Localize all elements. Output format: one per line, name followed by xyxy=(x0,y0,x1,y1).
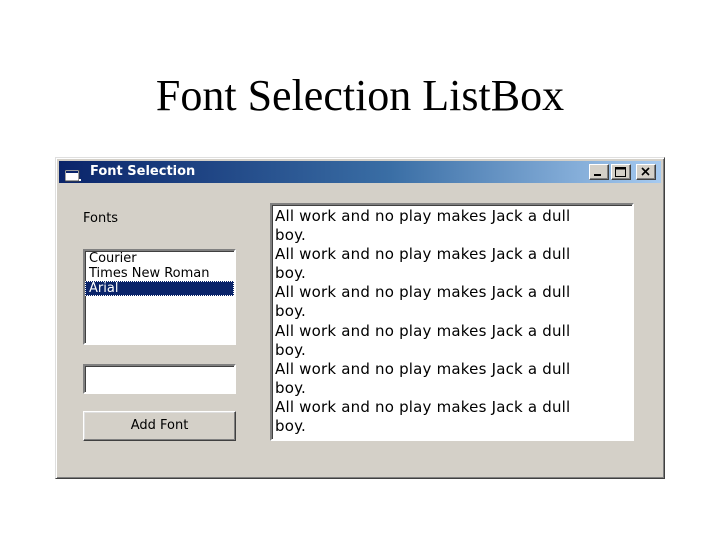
app-icon xyxy=(64,167,81,182)
preview-textarea[interactable]: All work and no play makes Jack a dull b… xyxy=(270,203,634,441)
list-item[interactable]: Times New Roman xyxy=(85,266,234,281)
maximize-icon xyxy=(615,167,626,177)
font-selection-window: Font Selection Fonts Courier Times New R… xyxy=(55,157,665,479)
preview-text: All work and no play makes Jack a dull b… xyxy=(275,207,571,436)
close-icon xyxy=(641,167,650,176)
list-item[interactable]: Courier xyxy=(85,251,234,266)
font-name-input[interactable] xyxy=(83,364,236,394)
list-item-selected[interactable]: Arial xyxy=(85,281,234,296)
slide-title: Font Selection ListBox xyxy=(155,71,565,120)
close-button[interactable] xyxy=(636,164,656,180)
minimize-button[interactable] xyxy=(589,164,609,180)
minimize-icon xyxy=(594,174,601,176)
maximize-button[interactable] xyxy=(611,164,631,180)
fonts-listbox[interactable]: Courier Times New Roman Arial xyxy=(83,249,236,345)
window-titlebar[interactable]: Font Selection xyxy=(59,161,661,183)
fonts-label: Fonts xyxy=(83,211,119,226)
window-title: Font Selection xyxy=(90,164,196,179)
add-font-button[interactable]: Add Font xyxy=(83,411,236,441)
